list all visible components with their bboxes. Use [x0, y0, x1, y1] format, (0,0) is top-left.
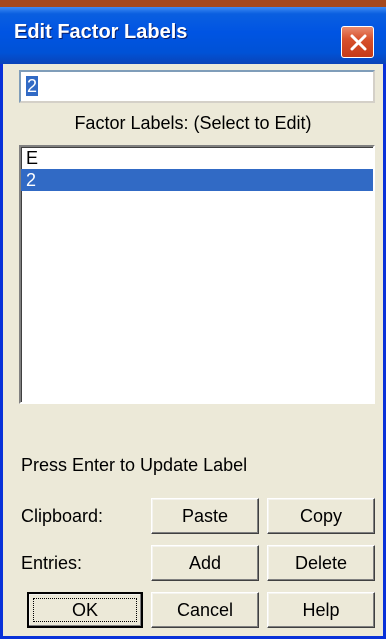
cancel-button[interactable]: Cancel: [151, 592, 259, 628]
list-item-selected[interactable]: 2: [21, 169, 373, 191]
label-edit-value: 2: [26, 76, 39, 96]
delete-button[interactable]: Delete: [267, 545, 375, 581]
copy-button[interactable]: Copy: [267, 498, 375, 534]
window-top-border: [0, 0, 386, 7]
ok-button-label: OK: [71, 600, 98, 620]
close-button[interactable]: [341, 26, 374, 58]
clipboard-label: Clipboard:: [21, 506, 104, 526]
title-bar[interactable]: Edit Factor Labels: [0, 7, 386, 64]
factor-labels-list[interactable]: E 2: [19, 145, 375, 404]
paste-button[interactable]: Paste: [151, 498, 259, 534]
add-button[interactable]: Add: [151, 545, 259, 581]
ok-button[interactable]: OK: [27, 592, 143, 628]
close-icon: [350, 34, 367, 51]
update-hint: Press Enter to Update Label: [21, 455, 248, 475]
window-title: Edit Factor Labels: [14, 21, 188, 43]
label-edit-field[interactable]: 2: [19, 70, 375, 103]
help-button[interactable]: Help: [267, 592, 375, 628]
entries-label: Entries:: [21, 553, 83, 573]
factor-labels-heading: Factor Labels: (Select to Edit): [74, 113, 312, 133]
list-item[interactable]: E: [21, 147, 373, 169]
